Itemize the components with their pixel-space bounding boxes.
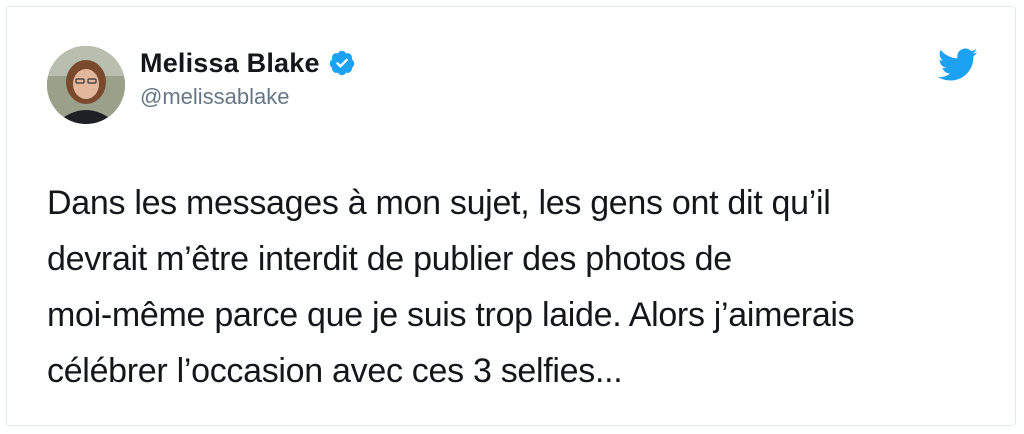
tweet-text-line: devrait m’être interdit de publier des p…: [47, 240, 732, 278]
avatar[interactable]: [47, 46, 125, 124]
author-handle[interactable]: @melissablake: [140, 84, 290, 110]
tweet-text-line: Dans les messages à mon sujet, les gens …: [47, 184, 831, 222]
twitter-bird-icon[interactable]: [937, 48, 978, 82]
author-name[interactable]: Melissa Blake: [140, 48, 320, 79]
tweet-text: Dans les messages à mon sujet, les gens …: [47, 175, 977, 399]
verified-badge-icon: [328, 49, 356, 77]
author-name-row: Melissa Blake: [140, 46, 356, 80]
tweet-text-line: moi-même parce que je suis trop laide. A…: [47, 296, 855, 334]
tweet-text-line: célébrer l’occasion avec ces 3 selfies..…: [47, 352, 623, 390]
avatar-image: [47, 46, 125, 124]
